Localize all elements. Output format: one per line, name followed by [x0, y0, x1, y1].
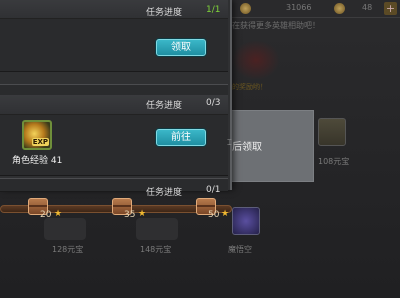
go-button[interactable]: 前往: [156, 129, 206, 146]
notice-text-2: 的奖励哟！: [232, 83, 267, 91]
decor-glow: [232, 40, 280, 80]
claim-box-text: 后领取: [232, 142, 262, 153]
gem-amount: 48: [362, 3, 373, 12]
milestone-points: 35: [124, 210, 136, 220]
milestone-points: 20: [40, 210, 52, 220]
task-row-header: [0, 95, 228, 115]
gold-coin-icon: [240, 3, 251, 14]
notice-text: 在获得更多英雄相助吧！: [232, 21, 320, 30]
star-icon: ★: [138, 209, 147, 219]
task-progress-label: 任务进度: [146, 8, 183, 18]
task-row: 任务进度 0/1: [0, 178, 228, 198]
reward-label: 148元宝: [140, 245, 172, 254]
task-row: 任务进度 1/1 领取: [0, 0, 228, 72]
reward-label: 魔悟空: [228, 245, 252, 254]
reward-label: 108元宝: [318, 157, 350, 166]
reward-caption: 角色经验 41: [12, 156, 63, 166]
reward-slot: [44, 218, 86, 240]
star-icon: ★: [54, 209, 63, 219]
task-panel: 任务进度 1/1 领取 任务进度 0/3 前往 EXP 角色经验 41 任务进度…: [0, 0, 232, 198]
task-progress-value: 0/3: [206, 98, 221, 108]
star-icon: ★: [221, 209, 230, 219]
reward-label: 128元宝: [52, 245, 84, 254]
task-progress-label: 任务进度: [146, 188, 183, 198]
task-progress-value: 1/1: [206, 5, 221, 15]
exp-icon: EXP: [22, 120, 52, 150]
gem-icon: [334, 3, 345, 14]
ingot-icon: [318, 118, 346, 146]
exp-badge: EXP: [31, 138, 49, 146]
hero-avatar-icon: [232, 207, 260, 235]
task-row-header: [0, 0, 228, 19]
gold-amount: 31066: [286, 3, 312, 12]
plus-icon[interactable]: +: [384, 2, 397, 15]
reward-slot: [136, 218, 178, 240]
milestone-points: 50: [208, 210, 220, 220]
task-progress-label: 任务进度: [146, 101, 183, 111]
currency-bar: [230, 0, 400, 18]
task-progress-value: 0/1: [206, 185, 221, 195]
cursor-icon: ⌶: [227, 138, 232, 147]
claim-button[interactable]: 领取: [156, 39, 206, 56]
